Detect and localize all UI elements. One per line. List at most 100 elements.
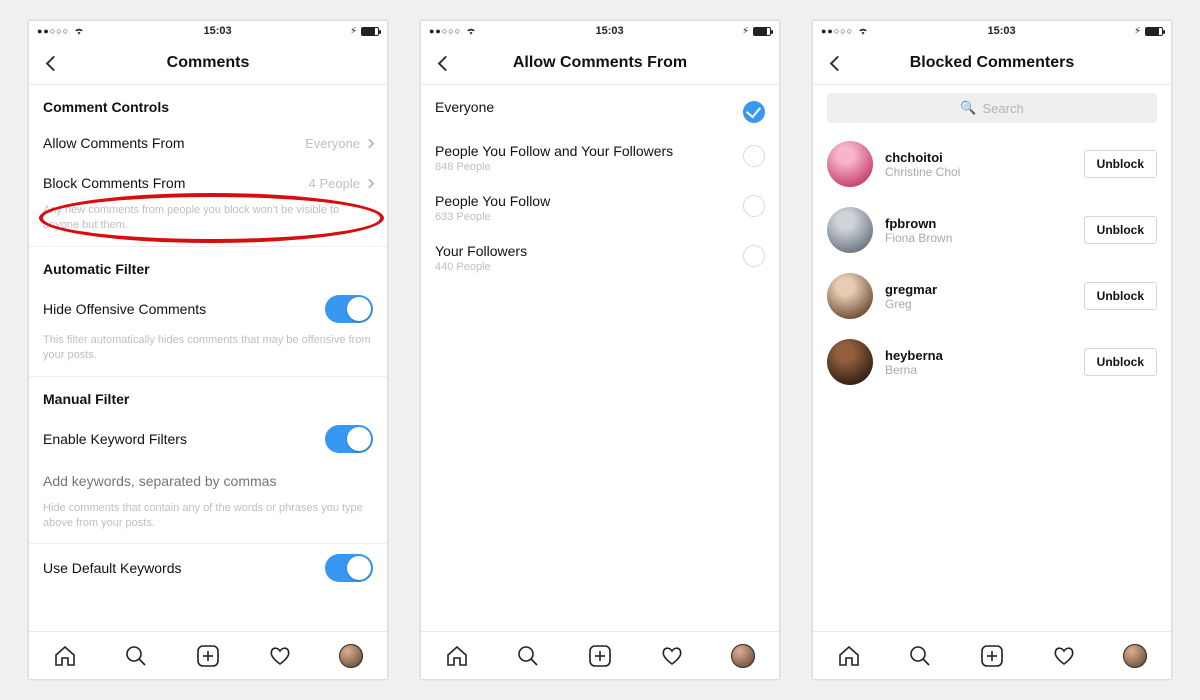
unblock-button[interactable]: Unblock [1084, 150, 1157, 178]
row-value: 4 People [309, 176, 360, 191]
option-everyone[interactable]: Everyone [421, 89, 779, 133]
page-title: Allow Comments From [513, 54, 687, 72]
row-default-keywords: Use Default Keywords [29, 544, 387, 592]
toggle-hide-offensive[interactable] [325, 295, 373, 323]
tab-new-post[interactable] [968, 632, 1016, 680]
option-sub: 633 People [435, 211, 550, 223]
realname: Christine Choi [885, 165, 1072, 179]
tab-new-post[interactable] [576, 632, 624, 680]
signal-dots-icon: ●●○○○ [429, 26, 461, 36]
tab-home[interactable] [433, 632, 481, 680]
option-follow-and-followers[interactable]: People You Follow and Your Followers 848… [421, 133, 779, 183]
tab-activity[interactable] [256, 632, 304, 680]
tab-home[interactable] [41, 632, 89, 680]
status-bar: ●●○○○ 15:03 ⚡︎ [813, 21, 1171, 41]
nav-header: Comments [29, 41, 387, 85]
username: chchoitoi [885, 150, 1072, 165]
hint-keywords: Hide comments that contain any of the wo… [29, 501, 387, 544]
radio-checked-icon [743, 101, 765, 123]
username: gregmar [885, 282, 1072, 297]
nav-header: Blocked Commenters [813, 41, 1171, 85]
signal-dots-icon: ●●○○○ [821, 26, 853, 36]
unblock-button[interactable]: Unblock [1084, 216, 1157, 244]
status-time: 15:03 [596, 25, 624, 37]
unblock-button[interactable]: Unblock [1084, 348, 1157, 376]
battery-icon [361, 27, 379, 36]
option-sub: 848 People [435, 161, 673, 173]
chevron-left-icon [437, 55, 453, 71]
search-placeholder: Search [982, 101, 1023, 116]
section-comment-controls: Comment Controls [29, 85, 387, 123]
phone-blocked-commenters: ●●○○○ 15:03 ⚡︎ Blocked Commenters 🔍 Sear… [812, 20, 1172, 680]
radio-icon [743, 145, 765, 167]
toggle-enable-keyword[interactable] [325, 425, 373, 453]
status-bar: ●●○○○ 15:03 ⚡︎ [421, 21, 779, 41]
avatar [827, 339, 873, 385]
row-label: Enable Keyword Filters [43, 431, 187, 447]
hint-hide-offensive: This filter automatically hides comments… [29, 333, 387, 376]
page-title: Comments [167, 54, 250, 72]
content: 🔍 Search chchoitoi Christine Choi Unbloc… [813, 85, 1171, 631]
row-label: Use Default Keywords [43, 560, 182, 576]
realname: Fiona Brown [885, 231, 1072, 245]
bluetooth-icon: ⚡︎ [742, 26, 749, 37]
hint-block: Any new comments from people you block w… [29, 203, 387, 246]
wifi-icon [465, 26, 477, 36]
row-block-comments-from[interactable]: Block Comments From 4 People [29, 163, 387, 203]
search-input[interactable]: 🔍 Search [827, 93, 1157, 123]
row-label: Block Comments From [43, 175, 185, 191]
wifi-icon [73, 26, 85, 36]
wifi-icon [857, 26, 869, 36]
blocked-user-row: chchoitoi Christine Choi Unblock [813, 131, 1171, 197]
chevron-left-icon [45, 55, 61, 71]
tab-activity[interactable] [648, 632, 696, 680]
tab-bar [813, 631, 1171, 679]
option-label: Everyone [435, 99, 494, 115]
row-hide-offensive: Hide Offensive Comments [29, 285, 387, 333]
status-time: 15:03 [204, 25, 232, 37]
option-sub: 440 People [435, 261, 527, 273]
nav-header: Allow Comments From [421, 41, 779, 85]
profile-avatar-icon [731, 644, 755, 668]
radio-icon [743, 195, 765, 217]
tab-profile[interactable] [719, 632, 767, 680]
back-button[interactable] [427, 41, 463, 85]
unblock-button[interactable]: Unblock [1084, 282, 1157, 310]
bluetooth-icon: ⚡︎ [350, 26, 357, 37]
option-label: People You Follow and Your Followers [435, 143, 673, 159]
profile-avatar-icon [1123, 644, 1147, 668]
content: Comment Controls Allow Comments From Eve… [29, 85, 387, 631]
chevron-right-icon [365, 138, 375, 148]
tab-search[interactable] [896, 632, 944, 680]
tab-home[interactable] [825, 632, 873, 680]
tab-search[interactable] [504, 632, 552, 680]
keywords-input[interactable] [43, 473, 373, 489]
back-button[interactable] [35, 41, 71, 85]
username: heyberna [885, 348, 1072, 363]
tab-new-post[interactable] [184, 632, 232, 680]
profile-avatar-icon [339, 644, 363, 668]
signal-dots-icon: ●●○○○ [37, 26, 69, 36]
realname: Greg [885, 297, 1072, 311]
phone-comments: ●●○○○ 15:03 ⚡︎ Comments Comment Controls… [28, 20, 388, 680]
option-people-you-follow[interactable]: People You Follow 633 People [421, 183, 779, 233]
search-icon: 🔍 [960, 100, 976, 116]
avatar [827, 141, 873, 187]
row-label: Hide Offensive Comments [43, 301, 206, 317]
row-allow-comments-from[interactable]: Allow Comments From Everyone [29, 123, 387, 163]
avatar [827, 273, 873, 319]
tab-activity[interactable] [1040, 632, 1088, 680]
option-label: Your Followers [435, 243, 527, 259]
blocked-user-row: heyberna Berna Unblock [813, 329, 1171, 395]
section-manual-filter: Manual Filter [29, 377, 387, 415]
blocked-user-row: gregmar Greg Unblock [813, 263, 1171, 329]
status-bar: ●●○○○ 15:03 ⚡︎ [29, 21, 387, 41]
tab-search[interactable] [112, 632, 160, 680]
chevron-left-icon [829, 55, 845, 71]
toggle-default-keywords[interactable] [325, 554, 373, 582]
tab-profile[interactable] [327, 632, 375, 680]
back-button[interactable] [819, 41, 855, 85]
tab-profile[interactable] [1111, 632, 1159, 680]
phone-allow-comments: ●●○○○ 15:03 ⚡︎ Allow Comments From Every… [420, 20, 780, 680]
option-your-followers[interactable]: Your Followers 440 People [421, 233, 779, 283]
